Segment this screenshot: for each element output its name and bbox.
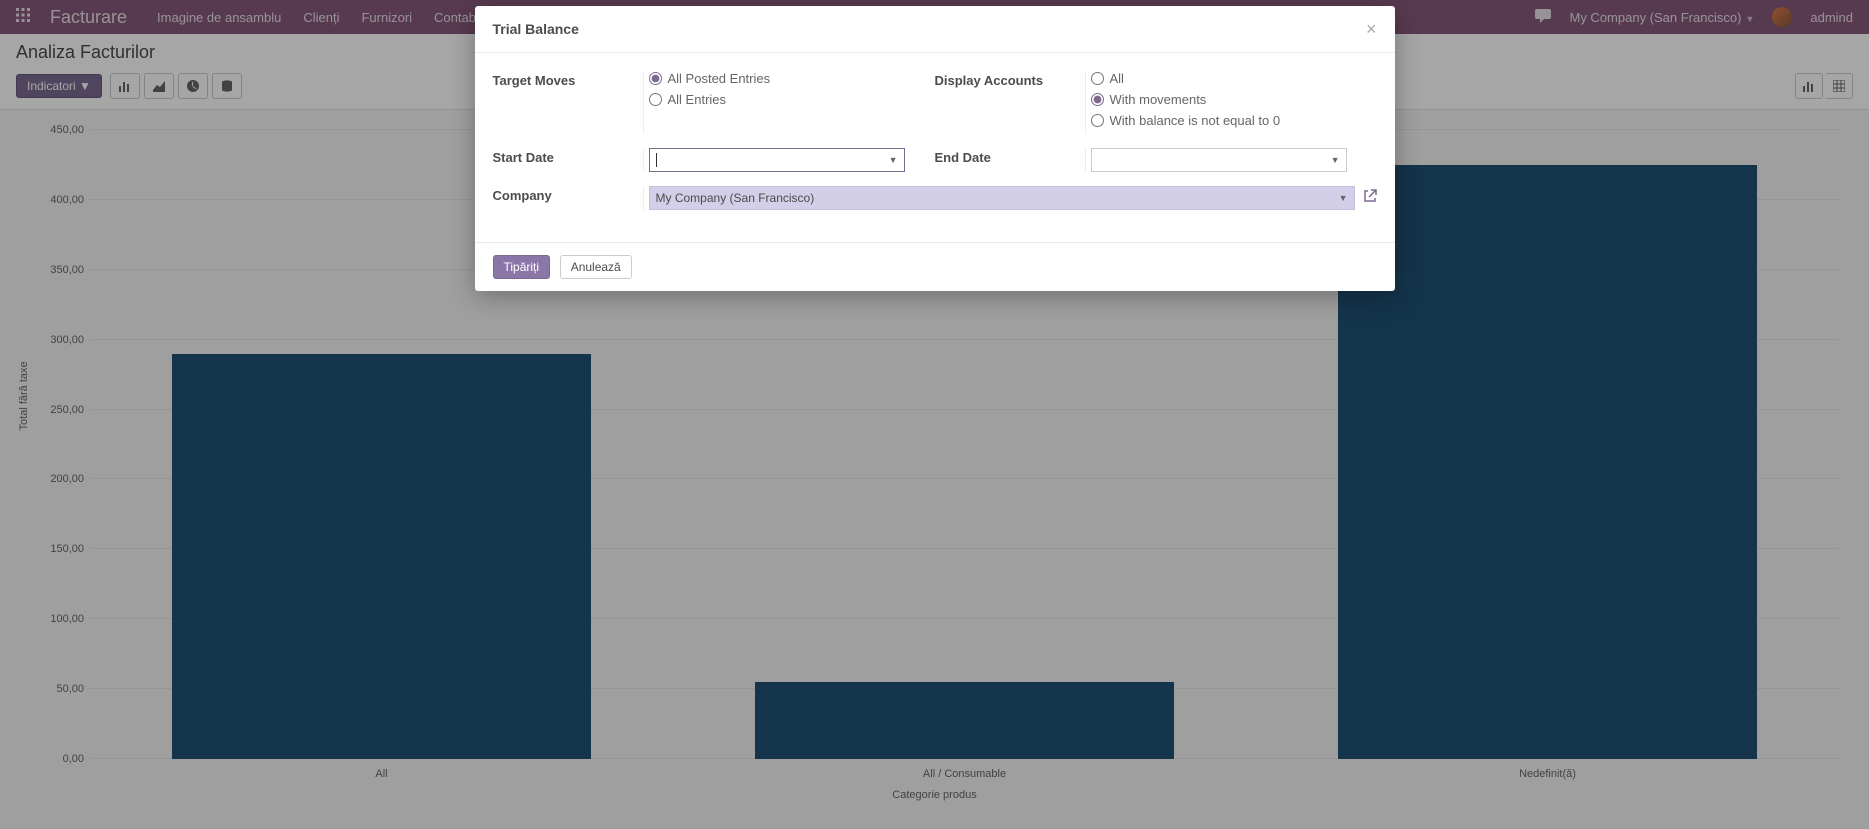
target-moves-posted[interactable]: All Posted Entries [649, 71, 935, 86]
target-moves-label: Target Moves [493, 71, 643, 134]
company-select[interactable]: My Company (San Francisco) ▼ [649, 186, 1355, 210]
trial-balance-modal: Trial Balance × Target Moves All Posted … [475, 6, 1395, 291]
chevron-down-icon: ▼ [1339, 193, 1348, 203]
end-date-input[interactable]: ▼ [1091, 148, 1347, 172]
chevron-down-icon: ▼ [1331, 155, 1340, 165]
chevron-down-icon: ▼ [889, 155, 898, 165]
external-link-icon[interactable] [1363, 189, 1377, 207]
company-label: Company [493, 186, 643, 210]
cancel-button[interactable]: Anulează [560, 255, 632, 279]
start-date-input[interactable]: ▼ [649, 148, 905, 172]
display-accounts-balance[interactable]: With balance is not equal to 0 [1091, 113, 1377, 128]
target-moves-all[interactable]: All Entries [649, 92, 935, 107]
print-button[interactable]: Tipăriți [493, 255, 551, 279]
modal-title: Trial Balance [493, 21, 579, 37]
close-icon[interactable]: × [1366, 20, 1377, 38]
end-date-label: End Date [935, 148, 1085, 172]
display-accounts-label: Display Accounts [935, 71, 1085, 134]
display-accounts-movements[interactable]: With movements [1091, 92, 1377, 107]
display-accounts-all[interactable]: All [1091, 71, 1377, 86]
start-date-label: Start Date [493, 148, 643, 172]
